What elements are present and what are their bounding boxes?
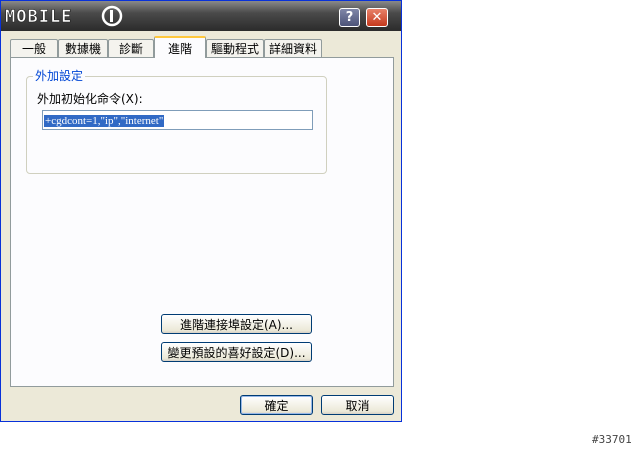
cancel-button[interactable]: 取消 bbox=[321, 395, 394, 415]
advanced-tab-panel: 外加設定 外加初始化命令(X): +cgdcont=1,"ip","intern… bbox=[10, 57, 394, 387]
advanced-port-settings-button[interactable]: 進階連接埠設定(A)... bbox=[161, 314, 312, 334]
watermark-text: #33701 bbox=[592, 433, 632, 446]
close-button[interactable]: ✕ bbox=[366, 8, 388, 27]
tab-general[interactable]: 一般 bbox=[10, 39, 58, 57]
ok-button[interactable]: 確定 bbox=[240, 395, 313, 415]
modem-properties-dialog: MOBILE ? ✕ 一般 數據機 診斷 進階 驅動程式 詳細資料 外加設定 外… bbox=[0, 0, 402, 422]
selected-text: +cgdcont=1,"ip","internet" bbox=[44, 115, 165, 127]
tab-modem[interactable]: 數據機 bbox=[58, 39, 108, 57]
tab-details[interactable]: 詳細資料 bbox=[264, 39, 322, 57]
change-default-preferences-button[interactable]: 變更預設的喜好設定(D)... bbox=[161, 342, 312, 362]
tab-diagnostics[interactable]: 診斷 bbox=[108, 39, 154, 57]
mobile01-logo: MOBILE bbox=[5, 5, 123, 27]
extra-init-label: 外加初始化命令(X): bbox=[37, 92, 143, 106]
group-title: 外加設定 bbox=[33, 69, 86, 83]
tab-driver[interactable]: 驅動程式 bbox=[206, 39, 264, 57]
tab-advanced[interactable]: 進階 bbox=[154, 36, 206, 58]
extra-init-command-input[interactable]: +cgdcont=1,"ip","internet" bbox=[42, 110, 313, 130]
svg-text:MOBILE: MOBILE bbox=[5, 7, 72, 27]
help-button[interactable]: ? bbox=[339, 8, 360, 27]
extra-settings-group: 外加設定 外加初始化命令(X): +cgdcont=1,"ip","intern… bbox=[26, 69, 327, 174]
title-bar[interactable]: MOBILE ? ✕ bbox=[1, 1, 401, 31]
